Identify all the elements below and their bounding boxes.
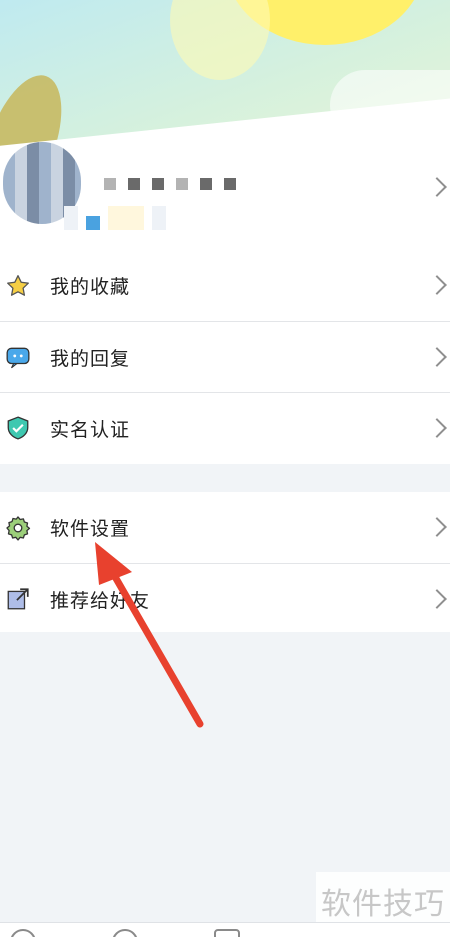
menu-group-settings: 软件设置 推荐给好友: [0, 492, 450, 632]
chevron-right-icon: [427, 418, 447, 438]
menu-item-label: 我的收藏: [50, 276, 131, 298]
shield-check-icon: [4, 414, 32, 442]
gear-icon: [4, 514, 32, 542]
menu-item-label: 实名认证: [50, 418, 131, 441]
menu-item-label: 推荐给好友: [50, 589, 151, 612]
chevron-right-icon: [427, 347, 447, 367]
menu-item-label: 我的回复: [50, 347, 131, 370]
bottom-tab-bar: [0, 922, 450, 937]
menu-item-label: 软件设置: [50, 518, 131, 540]
menu-item-recommend[interactable]: 推荐给好友: [0, 563, 450, 634]
profile-tab-icon[interactable]: [214, 929, 240, 937]
chevron-right-icon: [427, 517, 447, 537]
chevron-right-icon: [427, 275, 447, 295]
menu-item-verification[interactable]: 实名认证: [0, 392, 450, 463]
menu-item-replies[interactable]: 我的回复: [0, 321, 450, 392]
sun-glow-decoration: [170, 0, 270, 80]
menu-group-account: 我的收藏 我的回复 实名认证: [0, 250, 450, 464]
menu-item-settings[interactable]: 软件设置: [0, 492, 450, 563]
profile-name-pixelated[interactable]: [104, 178, 236, 190]
profile-subinfo-pixelated: [64, 206, 166, 230]
chat-bubble-icon: [4, 343, 32, 371]
share-icon: [4, 585, 32, 613]
discover-tab-icon[interactable]: [112, 929, 138, 937]
chevron-right-icon: [427, 589, 447, 609]
star-icon: [4, 272, 32, 300]
menu-item-favorites[interactable]: 我的收藏: [0, 250, 450, 321]
home-tab-icon[interactable]: [10, 929, 36, 937]
